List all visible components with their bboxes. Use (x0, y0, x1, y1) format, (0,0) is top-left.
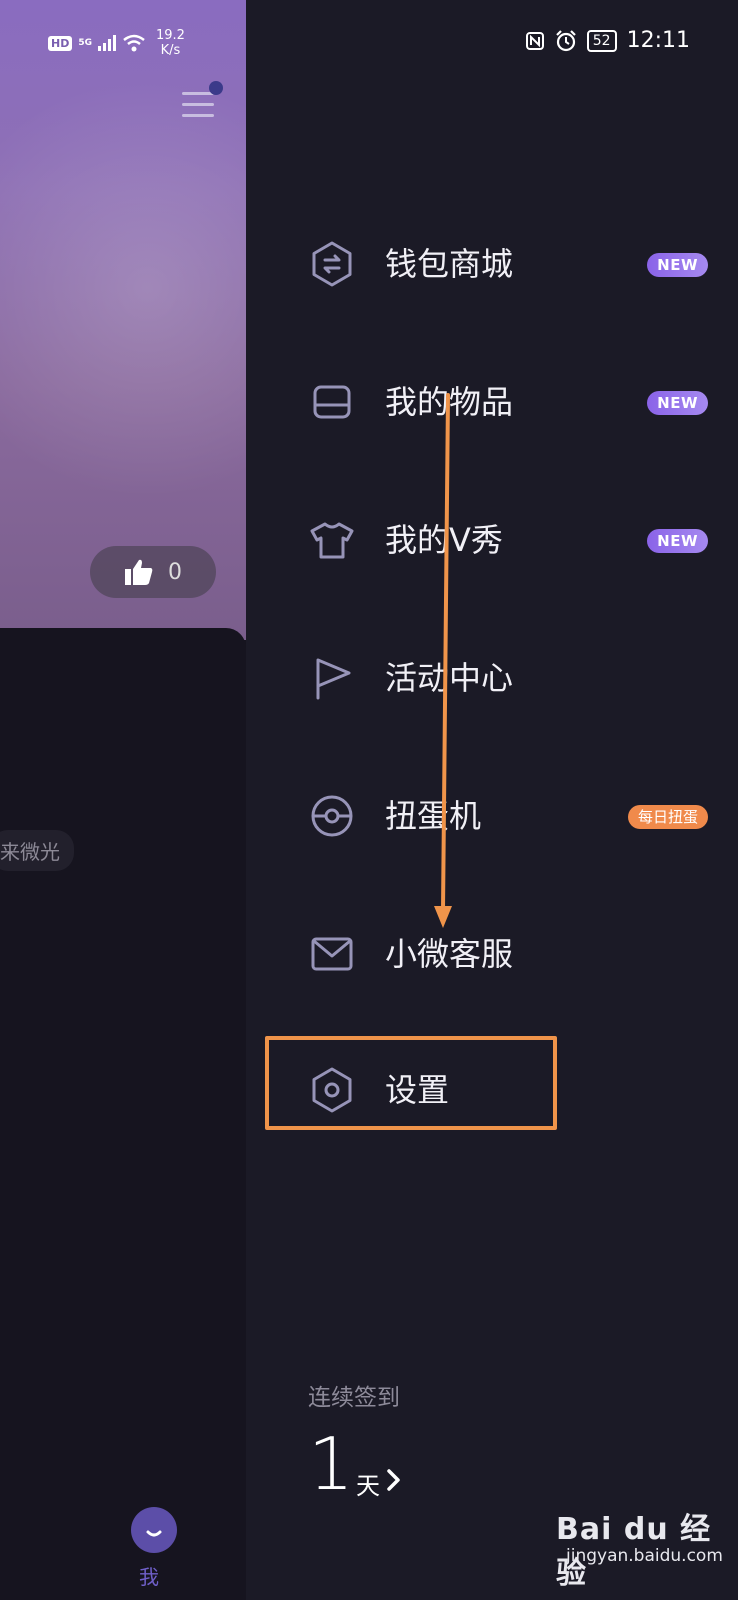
checkin-count[interactable]: 1 (308, 1424, 354, 1504)
hd-indicator: HD (48, 35, 73, 51)
menu-item-label: 我的物品 (385, 383, 514, 421)
new-badge: NEW (647, 529, 708, 553)
settings-highlight-box (265, 1036, 557, 1130)
nfc-icon (525, 31, 544, 50)
smile-icon (146, 1530, 162, 1537)
tshirt-icon (310, 522, 354, 559)
network-indicator: 5G (78, 37, 92, 48)
clock: 12:11 (626, 28, 690, 53)
tab-me-icon[interactable] (131, 1507, 177, 1553)
watermark-url: jingyan.baidu.com (566, 1546, 723, 1566)
baidu-watermark: Bai du 经验 jingyan.baidu.com (556, 1504, 738, 1592)
status-bar-left: HD 5G 19.2 K/s (48, 28, 185, 58)
checkin-unit[interactable]: 天 (356, 1466, 380, 1501)
new-badge: NEW (647, 253, 708, 277)
menu-item-label: 活动中心 (385, 659, 514, 697)
wallet-mall-icon (312, 241, 352, 287)
chevron-right-icon[interactable] (386, 1467, 402, 1493)
menu-item-customer-service[interactable]: 小微客服 (0, 909, 738, 999)
tab-me-label[interactable]: 我 (139, 1561, 159, 1590)
inventory-box-icon (313, 385, 351, 419)
menu-item-my-items[interactable]: 我的物品 NEW (0, 357, 738, 447)
status-bar-right: 52 12:11 (525, 28, 690, 53)
battery-indicator: 52 (586, 29, 617, 52)
speed-unit: K/s (160, 43, 181, 58)
flag-icon (316, 658, 351, 700)
like-button[interactable]: 0 (90, 546, 216, 598)
like-count: 0 (168, 559, 182, 585)
gacha-ball-icon (311, 795, 353, 837)
network-speed: 19.2 K/s (156, 28, 185, 58)
wifi-icon (123, 34, 145, 52)
menu-item-label: 扭蛋机 (385, 797, 482, 835)
speed-value: 19.2 (156, 28, 185, 43)
menu-item-label: 我的V秀 (385, 521, 503, 559)
checkin-label: 连续签到 (308, 1385, 400, 1411)
notification-dot (209, 81, 223, 95)
menu-item-wallet-mall[interactable]: 钱包商城 NEW (0, 219, 738, 309)
thumbs-up-icon (125, 559, 153, 585)
hamburger-menu-icon[interactable] (182, 90, 214, 120)
menu-item-label: 钱包商城 (385, 245, 514, 283)
menu-item-activity-center[interactable]: 活动中心 (0, 633, 738, 723)
alarm-icon (555, 29, 576, 51)
mail-icon (311, 937, 353, 971)
new-badge: NEW (647, 391, 708, 415)
signal-icon (98, 35, 116, 51)
daily-gacha-badge: 每日扭蛋 (627, 805, 708, 829)
menu-item-label: 小微客服 (385, 935, 514, 973)
menu-item-gacha[interactable]: 扭蛋机 每日扭蛋 (0, 771, 738, 861)
